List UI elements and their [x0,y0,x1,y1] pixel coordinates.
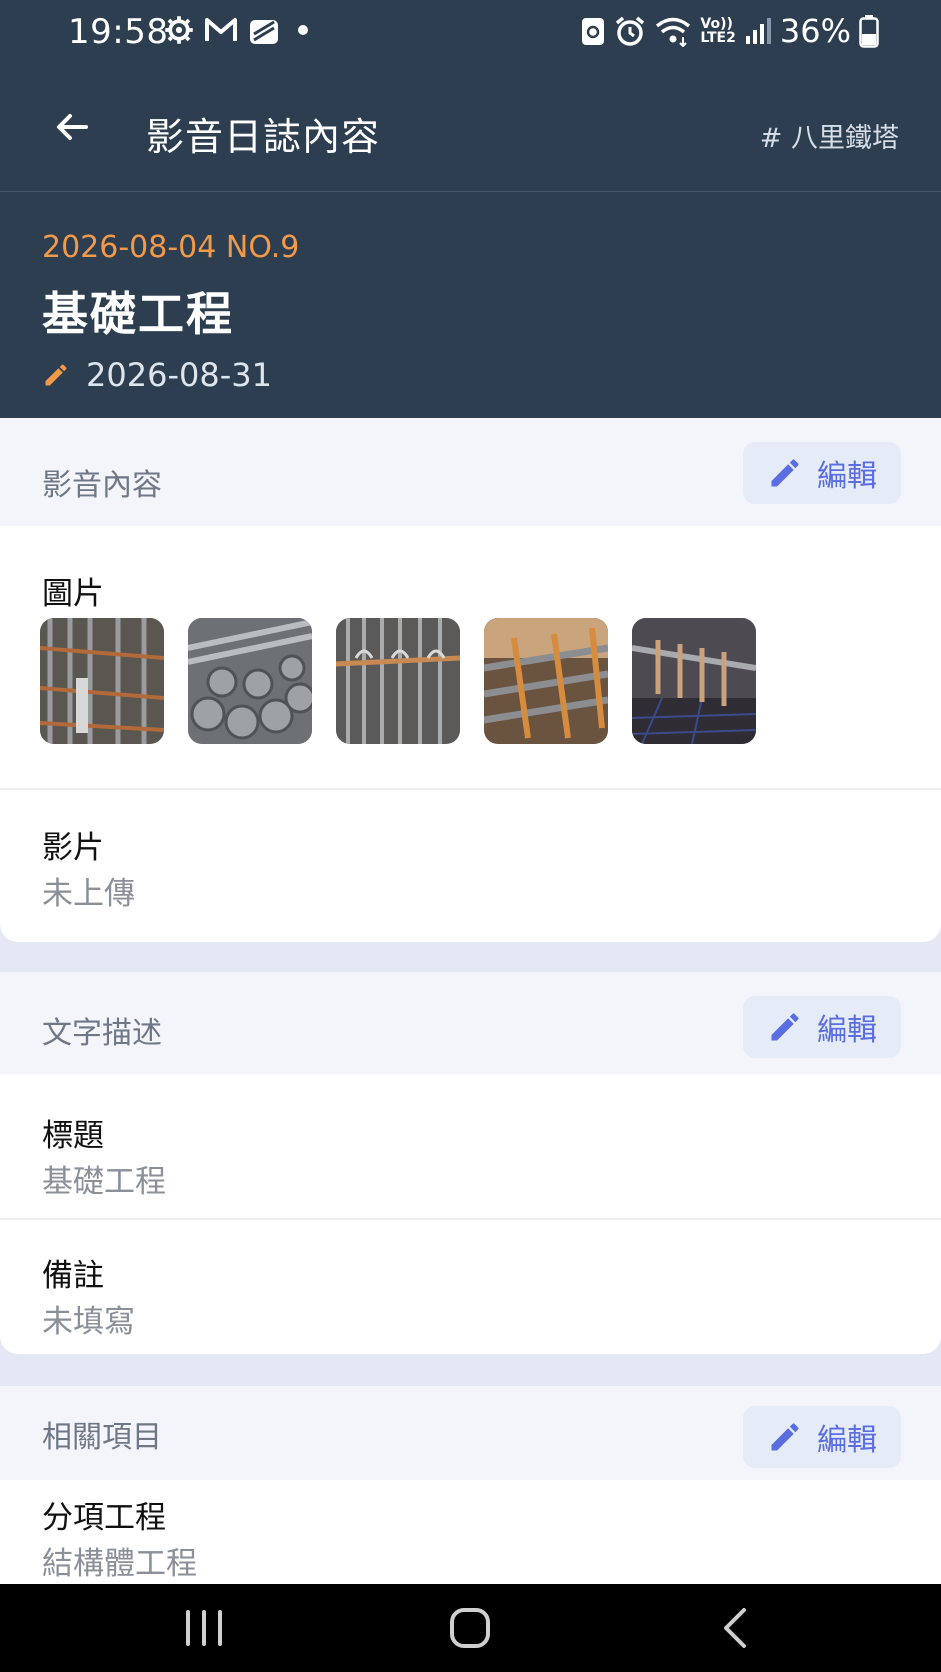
text-edit-button[interactable]: 編輯 [743,996,901,1058]
image-thumbnail[interactable] [40,618,164,744]
dot-icon [298,25,308,35]
note-field-label: 備註 [42,1258,104,1294]
image-thumbnail[interactable] [632,618,756,744]
battery-icon [859,15,879,48]
back-nav-icon[interactable] [706,1604,766,1652]
home-icon[interactable] [440,1604,500,1652]
media-section-header: 影音內容 編輯 [0,418,941,526]
image-thumbnail[interactable] [484,618,608,744]
page-title: 影音日誌內容 [146,115,381,159]
image-thumbnail[interactable] [336,618,460,744]
wifi-icon [656,17,691,47]
pencil-icon [771,1423,799,1451]
gear-icon [165,16,193,44]
media-section-label: 影音內容 [42,468,162,503]
project-tag[interactable]: # 八里鐵塔 [760,116,899,155]
text-card: 標題 基礎工程 備註 未填寫 [0,1074,941,1354]
app-icon [250,20,278,44]
related-section-header: 相關項目 編輯 [0,1386,941,1480]
log-header: 2026-08-04 NO.9 基礎工程 2026-08-31 [0,192,941,418]
recycle-icon [582,18,605,45]
status-time: 19:58 [68,12,169,52]
note-field-value: 未填寫 [42,1304,135,1340]
media-edit-button[interactable]: 編輯 [743,442,901,504]
images-label: 圖片 [42,576,104,612]
pencil-icon [771,1013,799,1041]
edit-date: 2026-08-31 [42,356,272,394]
log-title: 基礎工程 [42,287,234,341]
log-date-number: 2026-08-04 NO.9 [42,230,300,265]
gmail-icon [205,18,237,41]
sub-project-label: 分項工程 [42,1500,166,1536]
image-thumbnail[interactable] [188,618,312,744]
edit-date-value: 2026-08-31 [86,356,272,394]
title-field-value: 基礎工程 [42,1164,166,1200]
related-section-label: 相關項目 [42,1420,162,1455]
app-bar: 影音日誌內容 # 八里鐵塔 [0,62,941,192]
system-nav-bar [0,1584,941,1672]
sub-project-value: 結構體工程 [42,1546,197,1582]
recent-apps-icon[interactable] [174,1604,234,1652]
status-bar: 19:58 Vo)) LTE2 36% [0,0,941,62]
text-section-header: 文字描述 編輯 [0,972,941,1074]
title-field-label: 標題 [42,1118,104,1154]
image-gallery [40,618,756,744]
related-edit-button[interactable]: 編輯 [743,1406,901,1468]
back-arrow-icon[interactable] [52,107,92,147]
battery-percent: 36% [779,12,851,50]
signal-icon [745,18,771,44]
video-value: 未上傳 [42,876,135,912]
volte-icon: Vo)) LTE2 [700,16,736,46]
pencil-icon [45,364,67,386]
pencil-icon [771,459,799,487]
related-card: 分項工程 結構體工程 [0,1480,941,1584]
video-label: 影片 [42,830,104,866]
alarm-icon [616,16,645,46]
text-section-label: 文字描述 [42,1016,162,1051]
